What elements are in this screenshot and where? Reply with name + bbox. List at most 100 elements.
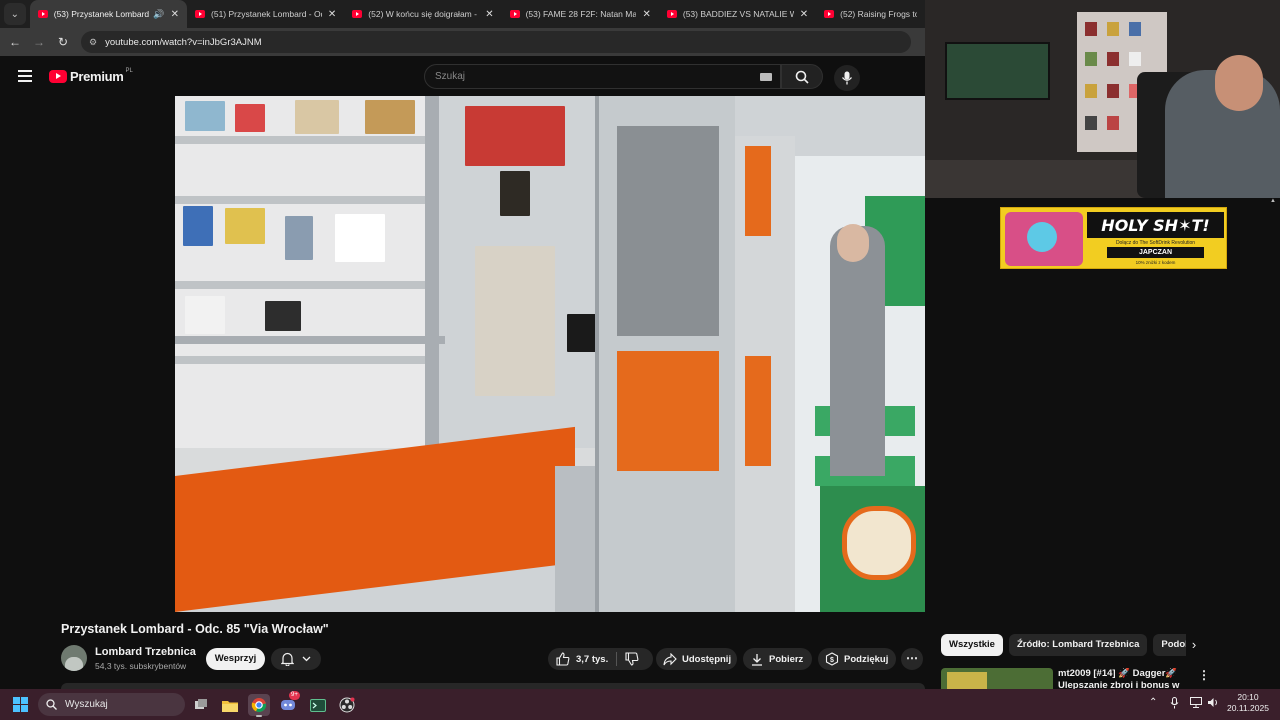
video-frame-shelf: [175, 96, 433, 476]
url-text: youtube.com/watch?v=inJbGr3AJNM: [105, 36, 262, 48]
browser-tab-bar: ⌄ (53) Przystanek Lombard - Odc. 🔊 ✕ (51…: [0, 0, 925, 28]
microphone-icon: [841, 71, 853, 85]
chip-similar[interactable]: Podobne: [1153, 634, 1186, 656]
browser-tab-4[interactable]: (53) FAME 28 F2F: Natan Marco ✕: [502, 0, 659, 28]
search-icon: [795, 70, 809, 84]
forward-arrow-icon[interactable]: →: [27, 35, 51, 49]
notifications-button[interactable]: [271, 648, 321, 670]
aquarium-image: [945, 42, 1050, 100]
tab-close-icon[interactable]: ✕: [328, 9, 336, 20]
tab-title: (52) Raising Frogs to Pla: [840, 9, 917, 19]
windows-start-icon[interactable]: [13, 697, 29, 713]
like-dislike-group: 3,7 tys.: [548, 648, 653, 670]
tab-title: (51) Przystanek Lombard - Odc.: [211, 9, 322, 19]
channel-name[interactable]: Lombard Trzebnica: [95, 646, 196, 658]
region-label: PL: [125, 68, 133, 74]
tab-search-chevron-icon[interactable]: ⌄: [4, 3, 26, 25]
share-button[interactable]: Udostępnij: [656, 648, 737, 670]
channel-avatar[interactable]: [61, 645, 87, 671]
youtube-favicon-icon: [195, 10, 206, 18]
subscriber-count: 54,3 tys. subskrybentów: [95, 661, 187, 671]
windows-taskbar: Wyszukaj 9+ ⌃: [0, 689, 1280, 720]
chevron-down-icon: [302, 656, 311, 662]
search-button[interactable]: [781, 64, 823, 89]
more-actions-icon[interactable]: ⋯: [901, 648, 923, 670]
site-info-icon[interactable]: ⚙: [89, 37, 97, 48]
like-button[interactable]: 3,7 tys.: [548, 648, 616, 670]
thanks-label: Podziękuj: [844, 653, 889, 665]
brand-label: Premium: [70, 68, 124, 84]
task-view-icon[interactable]: [190, 694, 212, 716]
video-player[interactable]: [175, 96, 925, 612]
file-explorer-icon[interactable]: [219, 694, 241, 716]
chip-all[interactable]: Wszystkie: [941, 634, 1003, 656]
tab-title: (52) W końcu się doigrałam - w: [368, 9, 480, 19]
browser-tab-6[interactable]: (52) Raising Frogs to Pla: [816, 0, 925, 28]
browser-tab-5[interactable]: (53) BADDIEZ VS NATALIE WAY ✕: [659, 0, 816, 28]
promo-code: JAPCZAN: [1107, 247, 1204, 258]
network-icon[interactable]: [1190, 697, 1202, 711]
dislike-button[interactable]: [617, 648, 647, 670]
youtube-favicon-icon: [666, 10, 677, 18]
taskbar-clock[interactable]: 20:10 20.11.2025: [1222, 692, 1274, 714]
keyboard-icon[interactable]: [760, 73, 772, 81]
discord-badge: 9+: [289, 691, 300, 700]
download-label: Pobierz: [769, 653, 804, 665]
youtube-header: Premium PL Szukaj: [0, 56, 925, 96]
discord-icon[interactable]: 9+: [277, 691, 300, 716]
clock-date: 20.11.2025: [1227, 703, 1269, 713]
search-placeholder: Szukaj: [435, 71, 466, 82]
share-label: Udostępnij: [682, 653, 732, 665]
tab-close-icon[interactable]: ✕: [171, 9, 179, 20]
youtube-favicon-icon: [509, 10, 520, 18]
support-button[interactable]: Wesprzyj: [206, 648, 265, 670]
promo-product-image: [1005, 212, 1083, 266]
webcam-overlay: [925, 0, 1280, 198]
youtube-logo[interactable]: Premium PL: [49, 68, 133, 84]
tab-close-icon[interactable]: ✕: [485, 9, 493, 20]
audio-playing-icon[interactable]: 🔊: [153, 9, 164, 20]
browser-tab-1[interactable]: (53) Przystanek Lombard - Odc. 🔊 ✕: [29, 0, 188, 28]
scroll-up-arrow-icon[interactable]: ▲: [1270, 198, 1276, 204]
recommendation-thumbnail[interactable]: [941, 668, 1053, 689]
youtube-favicon-icon: [37, 10, 48, 18]
thanks-button[interactable]: $ Podziękuj: [818, 648, 896, 670]
chevron-right-icon[interactable]: ›: [1186, 637, 1202, 653]
clock-time: 20:10: [1237, 692, 1259, 702]
address-bar[interactable]: ⚙ youtube.com/watch?v=inJbGr3AJNM: [81, 31, 911, 53]
browser-toolbar: ← → ↻ ⚙ youtube.com/watch?v=inJbGr3AJNM: [0, 28, 925, 56]
tab-title: (53) BADDIEZ VS NATALIE WAY: [682, 9, 794, 19]
tab-title: (53) FAME 28 F2F: Natan Marco: [525, 9, 637, 19]
search-input[interactable]: Szukaj: [424, 64, 781, 89]
promo-subline: Dołącz do The SoftDrink Revolution: [1115, 240, 1196, 246]
taskbar-search-placeholder: Wyszukaj: [65, 699, 108, 710]
microphone-tray-icon[interactable]: [1170, 697, 1179, 712]
browser-tab-2[interactable]: (51) Przystanek Lombard - Odc. ✕: [187, 0, 344, 28]
menu-icon[interactable]: [18, 67, 32, 85]
obs-icon[interactable]: [336, 694, 358, 716]
chrome-icon[interactable]: [248, 694, 270, 717]
volume-icon[interactable]: [1207, 697, 1219, 711]
download-button[interactable]: Pobierz: [743, 648, 812, 670]
voice-search-button[interactable]: [834, 65, 860, 91]
promo-banner: HOLY SH✶T! Dołącz do The SoftDrink Revol…: [1000, 207, 1227, 269]
back-arrow-icon[interactable]: ←: [3, 35, 27, 49]
chip-source[interactable]: Źródło: Lombard Trzebnica: [1008, 634, 1148, 656]
recommendation-menu-icon[interactable]: ⋮: [1198, 668, 1210, 682]
tab-close-icon[interactable]: ✕: [642, 9, 650, 20]
promo-footnote: 10% zniżki z kodem: [1135, 260, 1176, 265]
tab-title: (53) Przystanek Lombard - Odc.: [53, 9, 150, 19]
youtube-favicon-icon: [352, 10, 363, 18]
browser-tab-3[interactable]: (52) W końcu się doigrałam - w ✕: [344, 0, 501, 28]
taskbar-search[interactable]: Wyszukaj: [38, 693, 185, 716]
search-icon: [46, 699, 57, 710]
thumbs-down-icon: [625, 652, 639, 666]
reload-icon[interactable]: ↻: [51, 35, 75, 49]
terminal-icon[interactable]: [307, 694, 329, 716]
thumbs-up-icon: [556, 652, 570, 666]
tray-chevron-up-icon[interactable]: ⌃: [1149, 697, 1157, 708]
tab-close-icon[interactable]: ✕: [800, 9, 808, 20]
filter-chips: Wszystkie Źródło: Lombard Trzebnica Podo…: [941, 634, 1186, 656]
recommendation-title[interactable]: mt2009 [#14] 🚀 Dagger🚀 Ulepszanie zbroi …: [1058, 668, 1188, 689]
bell-icon: [281, 652, 294, 666]
